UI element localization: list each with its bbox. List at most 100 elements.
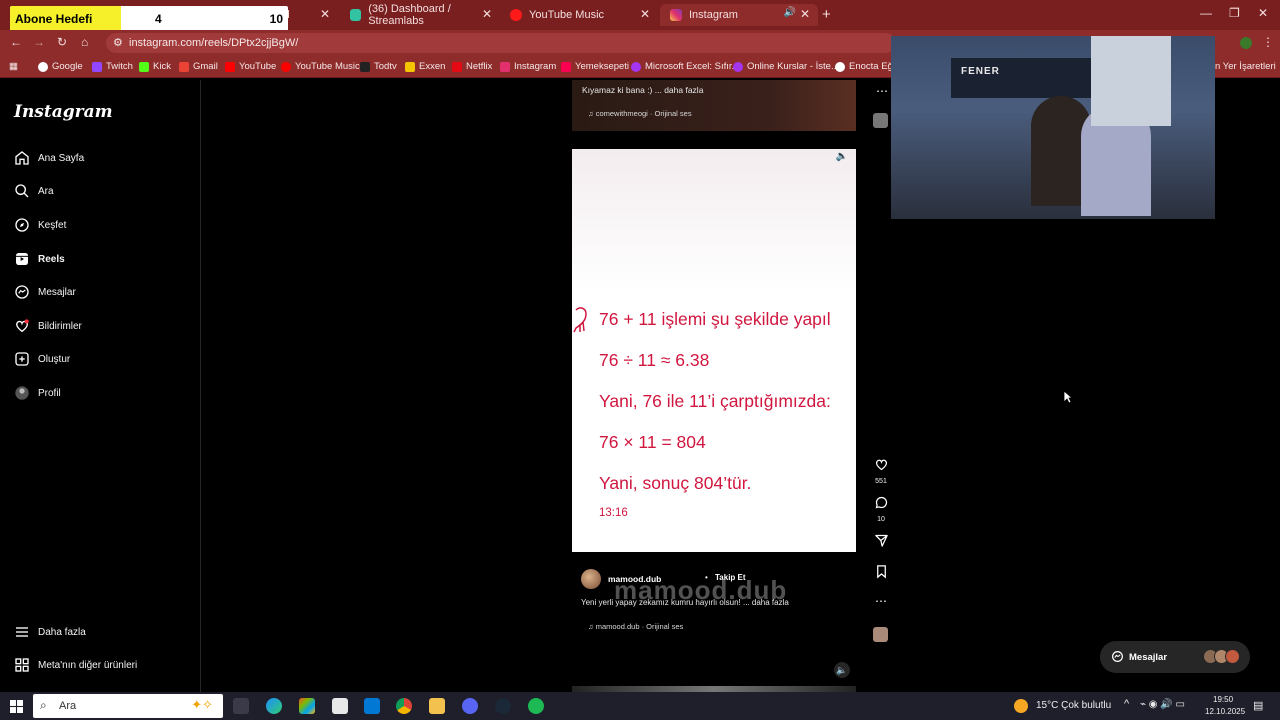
close-window-button[interactable]: ✕ bbox=[1258, 6, 1268, 20]
bookmark-item[interactable]: n Yer İşaretleri bbox=[1215, 61, 1276, 72]
messages-pill[interactable]: Mesajlar bbox=[1100, 641, 1250, 673]
tab-instagram[interactable]: Instagram 🔊 ✕ bbox=[660, 4, 818, 26]
profile-avatar[interactable] bbox=[1240, 37, 1252, 49]
new-tab-button[interactable]: + bbox=[822, 6, 831, 23]
more-options-icon[interactable]: ⋯ bbox=[872, 594, 890, 608]
windows-start-icon[interactable] bbox=[10, 700, 23, 713]
close-icon[interactable]: ✕ bbox=[482, 7, 492, 21]
speaker-icon[interactable]: 🔊 bbox=[784, 7, 796, 18]
yemeksepeti-icon bbox=[561, 61, 571, 72]
instagram-sidebar: Instagram Ana Sayfa Ara Keşfet Reels Mes… bbox=[0, 80, 201, 692]
sidebar-item-create[interactable]: Oluştur bbox=[14, 349, 70, 369]
author-avatar[interactable] bbox=[581, 569, 601, 589]
restore-button[interactable]: ❐ bbox=[1229, 6, 1240, 20]
sidebar-item-home[interactable]: Ana Sayfa bbox=[14, 148, 84, 168]
sidebar-meta-products[interactable]: Meta'nın diğer ürünleri bbox=[14, 655, 137, 675]
chevron-up-icon[interactable]: ^ bbox=[1124, 698, 1129, 710]
youtube-icon bbox=[225, 61, 235, 72]
spotify-icon[interactable] bbox=[528, 698, 544, 714]
bookmark-item[interactable]: Instagram bbox=[500, 61, 556, 72]
sidebar-item-notifications[interactable]: Bildirimler bbox=[14, 316, 82, 336]
audio-label[interactable]: ♫ mamood.dub · Orijinal ses bbox=[588, 622, 683, 631]
store-icon[interactable] bbox=[332, 698, 348, 714]
bookmark-item[interactable]: Yemeksepeti bbox=[561, 61, 629, 72]
comment-button[interactable]: 10 bbox=[872, 495, 890, 523]
save-button[interactable] bbox=[872, 564, 890, 584]
close-icon[interactable]: ✕ bbox=[320, 7, 330, 21]
weather-text[interactable]: 15°C Çok bulutlu bbox=[1036, 700, 1111, 711]
like-button[interactable]: 551 bbox=[872, 457, 890, 485]
kick-icon bbox=[139, 61, 149, 72]
close-icon[interactable]: ✕ bbox=[800, 7, 810, 21]
bookmark-item[interactable]: YouTube bbox=[225, 61, 276, 72]
address-bar[interactable]: ⚙ instagram.com/reels/DPtx2cjjBgW/ bbox=[106, 33, 896, 53]
tab-streamlabs[interactable]: (36) Dashboard / Streamlabs ✕ bbox=[340, 3, 500, 27]
post-caption[interactable]: Yeni yerli yapay zekamız kumru hayırlı o… bbox=[581, 598, 789, 607]
chrome-icon[interactable] bbox=[396, 698, 412, 714]
bookmark-item[interactable]: Kick bbox=[139, 61, 171, 72]
clock-time[interactable]: 19:50 bbox=[1213, 695, 1233, 704]
steam-icon[interactable] bbox=[495, 698, 511, 714]
messenger-icon bbox=[1112, 651, 1123, 662]
reel-line-4: 76 × 11 = 804 bbox=[599, 432, 706, 452]
prev-audio-label[interactable]: ♫ comewithmeogi · Orijinal ses bbox=[588, 109, 692, 118]
share-button[interactable] bbox=[872, 533, 890, 553]
audio-thumbnail[interactable] bbox=[873, 627, 888, 642]
audio-thumbnail[interactable] bbox=[873, 113, 888, 128]
sidebar-item-explore[interactable]: Keşfet bbox=[14, 215, 66, 235]
bookmark-item[interactable]: Todtv bbox=[360, 61, 397, 72]
more-options-icon[interactable]: ⋯ bbox=[876, 84, 888, 98]
menu-icon[interactable]: ⋮ bbox=[1262, 35, 1274, 49]
bookmark-item[interactable]: Exxen bbox=[405, 61, 445, 72]
author-name[interactable]: mamood.dub bbox=[608, 574, 661, 584]
file-explorer-icon[interactable] bbox=[429, 698, 445, 714]
mute-toggle-icon[interactable]: 🔈 bbox=[834, 662, 850, 678]
goal-current: 4 bbox=[155, 12, 162, 26]
reel-line-1: 76 + 11 işlemi şu şekilde yapıl bbox=[599, 309, 831, 329]
tab-youtube-music[interactable]: YouTube Music ✕ bbox=[500, 4, 658, 26]
clock-date[interactable]: 12.10.2025 bbox=[1205, 707, 1245, 716]
outlook-icon[interactable] bbox=[364, 698, 380, 714]
bookmark-item[interactable]: Microsoft Excel: Sıfır... bbox=[631, 61, 740, 72]
bookmark-item[interactable]: Online Kurslar - İste... bbox=[733, 61, 839, 72]
forward-icon[interactable]: → bbox=[33, 35, 45, 49]
bookmark-item[interactable]: YouTube Music bbox=[281, 61, 360, 72]
bookmark-item[interactable]: Netflix bbox=[452, 61, 492, 72]
home-icon bbox=[15, 151, 29, 165]
bookmark-item[interactable]: Twitch bbox=[92, 61, 133, 72]
weather-icon[interactable] bbox=[1014, 699, 1028, 713]
system-tray-icons[interactable]: ⌁ ◉ 🔊 ▭ bbox=[1140, 699, 1185, 710]
copilot-icon[interactable] bbox=[299, 698, 315, 714]
discord-icon[interactable] bbox=[462, 698, 478, 714]
reload-icon[interactable]: ↻ bbox=[57, 35, 67, 49]
bookmark-item[interactable]: Gmail bbox=[179, 61, 218, 72]
site-info-icon[interactable]: ⚙ bbox=[113, 36, 123, 49]
heart-icon bbox=[16, 319, 29, 333]
reel-timestamp: 13:16 bbox=[599, 507, 628, 519]
apps-icon[interactable]: ▦ bbox=[9, 61, 18, 72]
taskbar-search[interactable]: ⌕ Ara ✦✧ bbox=[33, 694, 223, 718]
edge-icon[interactable] bbox=[266, 698, 282, 714]
sidebar-item-profile[interactable]: Profil bbox=[14, 383, 61, 403]
follow-button[interactable]: Takip Et bbox=[715, 573, 746, 582]
goal-label: Abone Hedefi bbox=[15, 12, 93, 26]
bookmark-item[interactable]: Google bbox=[38, 61, 83, 72]
task-view-icon[interactable] bbox=[233, 698, 249, 714]
sidebar-item-search[interactable]: Ara bbox=[14, 181, 54, 201]
sidebar-item-reels[interactable]: Reels bbox=[14, 249, 65, 269]
speaker-icon[interactable]: 🔈 bbox=[836, 151, 848, 162]
bookmark-item[interactable]: Enocta Eğit bbox=[835, 61, 898, 72]
reel-video[interactable]: 🔈 76 + 11 işlemi şu şekilde yapıl 76 ÷ 1… bbox=[572, 149, 856, 552]
tab-label: Instagram bbox=[689, 9, 738, 21]
sidebar-more[interactable]: Daha fazla bbox=[14, 622, 86, 642]
windows-taskbar: ⌕ Ara ✦✧ 15°C Çok bulutlu ^ ⌁ ◉ 🔊 ▭ 19:5… bbox=[0, 692, 1280, 720]
home-icon[interactable]: ⌂ bbox=[81, 35, 88, 49]
close-icon[interactable]: ✕ bbox=[640, 7, 650, 21]
minimize-button[interactable]: — bbox=[1200, 6, 1212, 20]
back-icon[interactable]: ← bbox=[10, 35, 22, 49]
notification-icon[interactable]: ▤ bbox=[1253, 699, 1263, 712]
instagram-logo[interactable]: Instagram bbox=[14, 102, 113, 122]
sidebar-item-messages[interactable]: Mesajlar bbox=[14, 282, 76, 302]
previous-reel-card[interactable]: Kıyamaz ki bana :) ... daha fazla ♫ come… bbox=[572, 80, 856, 131]
prev-caption[interactable]: Kıyamaz ki bana :) ... daha fazla bbox=[582, 85, 703, 95]
